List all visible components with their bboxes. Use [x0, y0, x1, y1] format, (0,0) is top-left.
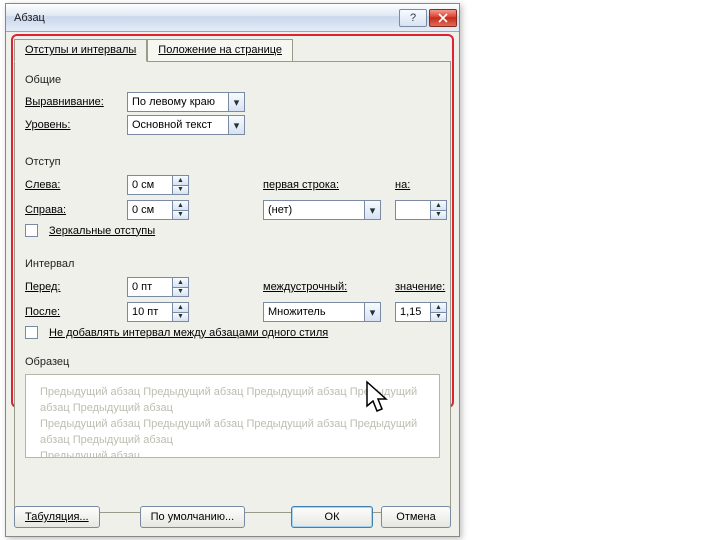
label-no-space-same-style: Не добавлять интервал между абзацами одн… [49, 327, 328, 339]
label-indent-left: Слева: [25, 179, 121, 191]
window-title: Абзац [14, 12, 45, 24]
spin-up-icon[interactable]: ▲ [173, 176, 188, 185]
section-general: Общие [25, 74, 440, 86]
cancel-button[interactable]: Отмена [381, 506, 451, 528]
section-preview: Образец [25, 356, 440, 368]
client-area: Отступы и интервалы Положение на страниц… [6, 32, 459, 536]
indent-left-spinner[interactable]: 0 см ▲▼ [127, 175, 189, 195]
indent-by-spinner[interactable]: ▲▼ [395, 200, 447, 220]
label-space-before: Перед: [25, 281, 121, 293]
label-line-spacing: междустрочный: [263, 281, 347, 293]
outline-level-combo[interactable]: Основной текст ▾ [127, 115, 245, 135]
label-outline-level: Уровень: [25, 119, 121, 131]
label-spacing-at: значение: [395, 281, 445, 293]
spin-down-icon[interactable]: ▼ [431, 312, 446, 322]
space-after-spinner[interactable]: 10 пт ▲▼ [127, 302, 189, 322]
paragraph-dialog: Абзац ? Отступы и интервалы Положение на… [5, 3, 460, 537]
section-indent: Отступ [25, 156, 440, 168]
close-button[interactable] [429, 9, 457, 27]
ok-button[interactable]: ОК [291, 506, 373, 528]
label-indent-by: на: [395, 179, 410, 191]
titlebar: Абзац ? [6, 4, 459, 32]
alignment-combo[interactable]: По левому краю ▾ [127, 92, 245, 112]
window-controls: ? [399, 9, 457, 27]
help-button[interactable]: ? [399, 9, 427, 27]
chevron-down-icon[interactable]: ▾ [364, 303, 380, 321]
spin-up-icon[interactable]: ▲ [173, 278, 188, 287]
tab-strip: Отступы и интервалы Положение на страниц… [14, 38, 451, 61]
close-icon [438, 13, 448, 23]
label-indent-right: Справа: [25, 204, 121, 216]
set-default-button[interactable]: По умолчанию... [140, 506, 246, 528]
spin-down-icon[interactable]: ▼ [431, 210, 446, 220]
indent-right-spinner[interactable]: 0 см ▲▼ [127, 200, 189, 220]
chevron-down-icon[interactable]: ▾ [228, 93, 244, 111]
spin-down-icon[interactable]: ▼ [173, 312, 188, 322]
spacing-at-spinner[interactable]: 1,15 ▲▼ [395, 302, 447, 322]
tab-panel: Общие Выравнивание: По левому краю ▾ Уро… [14, 61, 451, 513]
mirror-indents-checkbox[interactable] [25, 224, 38, 237]
tab-page-breaks[interactable]: Положение на странице [147, 39, 293, 62]
spin-up-icon[interactable]: ▲ [173, 303, 188, 312]
first-line-combo[interactable]: (нет) ▾ [263, 200, 381, 220]
dialog-buttons: Табуляция... По умолчанию... ОК Отмена [14, 506, 451, 528]
chevron-down-icon[interactable]: ▾ [364, 201, 380, 219]
label-alignment: Выравнивание: [25, 96, 121, 108]
tabs-button[interactable]: Табуляция... [14, 506, 100, 528]
label-mirror-indents: Зеркальные отступы [49, 225, 155, 237]
chevron-down-icon[interactable]: ▾ [228, 116, 244, 134]
preview-box: Предыдущий абзац Предыдущий абзац Предыд… [25, 374, 440, 458]
spin-up-icon[interactable]: ▲ [431, 303, 446, 312]
label-first-line: первая строка: [263, 179, 339, 191]
spin-down-icon[interactable]: ▼ [173, 210, 188, 220]
no-space-same-style-checkbox[interactable] [25, 326, 38, 339]
spin-up-icon[interactable]: ▲ [431, 201, 446, 210]
tab-indents-spacing[interactable]: Отступы и интервалы [14, 39, 147, 62]
label-space-after: После: [25, 306, 121, 318]
spin-down-icon[interactable]: ▼ [173, 185, 188, 195]
space-before-spinner[interactable]: 0 пт ▲▼ [127, 277, 189, 297]
line-spacing-combo[interactable]: Множитель ▾ [263, 302, 381, 322]
spin-up-icon[interactable]: ▲ [173, 201, 188, 210]
section-spacing: Интервал [25, 258, 440, 270]
spin-down-icon[interactable]: ▼ [173, 287, 188, 297]
